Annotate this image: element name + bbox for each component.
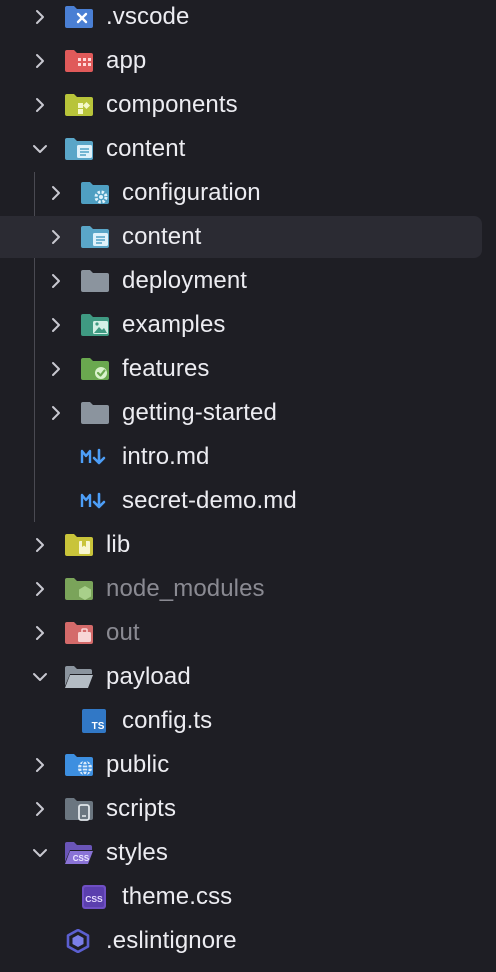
tree-item-label: content — [122, 223, 202, 250]
content-folder-icon — [64, 137, 94, 161]
tree-item-label: lib — [106, 531, 131, 558]
typescript-icon: TS — [80, 709, 110, 733]
tree-item-deployment[interactable]: deployment — [0, 260, 482, 302]
markdown-icon — [80, 445, 110, 469]
tree-item-label: configuration — [122, 179, 261, 206]
chevron-down-icon[interactable] — [32, 141, 48, 157]
tree-item-theme-css[interactable]: CSS theme.css — [0, 876, 482, 918]
chevron-down-icon[interactable] — [32, 669, 48, 685]
app-folder-icon — [64, 49, 94, 73]
chevron-right-icon[interactable] — [32, 625, 48, 641]
tree-item-styles[interactable]: CSS styles — [0, 832, 482, 874]
tree-item-secret-demo-md[interactable]: secret-demo.md — [0, 480, 482, 522]
lib-folder-icon — [64, 533, 94, 557]
tree-item-label: node_modules — [106, 575, 265, 602]
folder-icon — [80, 401, 110, 425]
tree-item-label: examples — [122, 311, 226, 338]
tree-item-label: features — [122, 355, 210, 382]
tree-item-config-ts[interactable]: TS config.ts — [0, 700, 482, 742]
tree-item-intro-md[interactable]: intro.md — [0, 436, 482, 478]
tree-item-content-selected[interactable]: content — [0, 216, 482, 258]
tree-item-content[interactable]: content — [0, 128, 482, 170]
tree-item-label: theme.css — [122, 883, 233, 910]
chevron-right-icon[interactable] — [32, 9, 48, 25]
chevron-down-icon[interactable] — [32, 845, 48, 861]
tree-item-getting-started[interactable]: getting-started — [0, 392, 482, 434]
chevron-right-icon[interactable] — [48, 405, 64, 421]
chevron-right-icon[interactable] — [32, 757, 48, 773]
folder-icon — [80, 269, 110, 293]
tree-item-vscode[interactable]: .vscode — [0, 0, 482, 38]
tree-item-eslintignore[interactable]: .eslintignore — [0, 920, 482, 962]
scripts-folder-icon — [64, 797, 94, 821]
chevron-right-icon[interactable] — [48, 361, 64, 377]
chevron-right-icon[interactable] — [32, 53, 48, 69]
chevron-right-icon[interactable] — [32, 97, 48, 113]
svg-text:CSS: CSS — [73, 854, 90, 863]
tree-item-examples[interactable]: examples — [0, 304, 482, 346]
tree-item-label: scripts — [106, 795, 177, 822]
tree-item-payload[interactable]: payload — [0, 656, 482, 698]
chevron-right-icon[interactable] — [32, 581, 48, 597]
tree-item-app[interactable]: app — [0, 40, 482, 82]
tree-item-label: components — [106, 91, 238, 118]
chevron-right-icon[interactable] — [48, 273, 64, 289]
tree-item-label: deployment — [122, 267, 248, 294]
tree-item-public[interactable]: public — [0, 744, 482, 786]
out-folder-icon — [64, 621, 94, 645]
tree-item-label: getting-started — [122, 399, 277, 426]
config-folder-icon — [80, 181, 110, 205]
tree-item-label: styles — [106, 839, 168, 866]
node-folder-icon — [64, 577, 94, 601]
tree-item-configuration[interactable]: configuration — [0, 172, 482, 214]
tree-item-label: config.ts — [122, 707, 213, 734]
css-folder-icon: CSS — [64, 841, 94, 865]
tree-item-label: app — [106, 47, 147, 74]
chevron-right-icon[interactable] — [48, 229, 64, 245]
tree-item-features[interactable]: features — [0, 348, 482, 390]
tree-item-label: .vscode — [106, 3, 190, 30]
tree-item-node-modules[interactable]: node_modules — [0, 568, 482, 610]
tree-item-label: .eslintignore — [106, 927, 237, 954]
css-file-icon: CSS — [80, 885, 110, 909]
chevron-right-icon[interactable] — [32, 537, 48, 553]
tree-item-label: out — [106, 619, 140, 646]
chevron-right-icon[interactable] — [48, 317, 64, 333]
tree-item-label: intro.md — [122, 443, 210, 470]
tree-item-label: content — [106, 135, 186, 162]
tree-item-label: payload — [106, 663, 191, 690]
tree-item-label: public — [106, 751, 170, 778]
tree-item-components[interactable]: components — [0, 84, 482, 126]
chevron-right-icon[interactable] — [32, 801, 48, 817]
tree-item-scripts[interactable]: scripts — [0, 788, 482, 830]
markdown-icon — [80, 489, 110, 513]
tree-item-lib[interactable]: lib — [0, 524, 482, 566]
images-folder-icon — [80, 313, 110, 337]
content-folder-icon — [80, 225, 110, 249]
file-explorer-tree: .vscode app components content configura… — [0, 0, 496, 972]
tree-item-label: secret-demo.md — [122, 487, 297, 514]
chevron-right-icon[interactable] — [48, 185, 64, 201]
features-folder-icon — [80, 357, 110, 381]
open-folder-icon — [64, 665, 94, 689]
tree-item-out[interactable]: out — [0, 612, 482, 654]
eslint-icon — [64, 929, 94, 953]
svg-text:CSS: CSS — [85, 894, 103, 904]
components-folder-icon — [64, 93, 94, 117]
vscode-folder-icon — [64, 5, 94, 29]
svg-text:TS: TS — [92, 721, 105, 732]
public-folder-icon — [64, 753, 94, 777]
